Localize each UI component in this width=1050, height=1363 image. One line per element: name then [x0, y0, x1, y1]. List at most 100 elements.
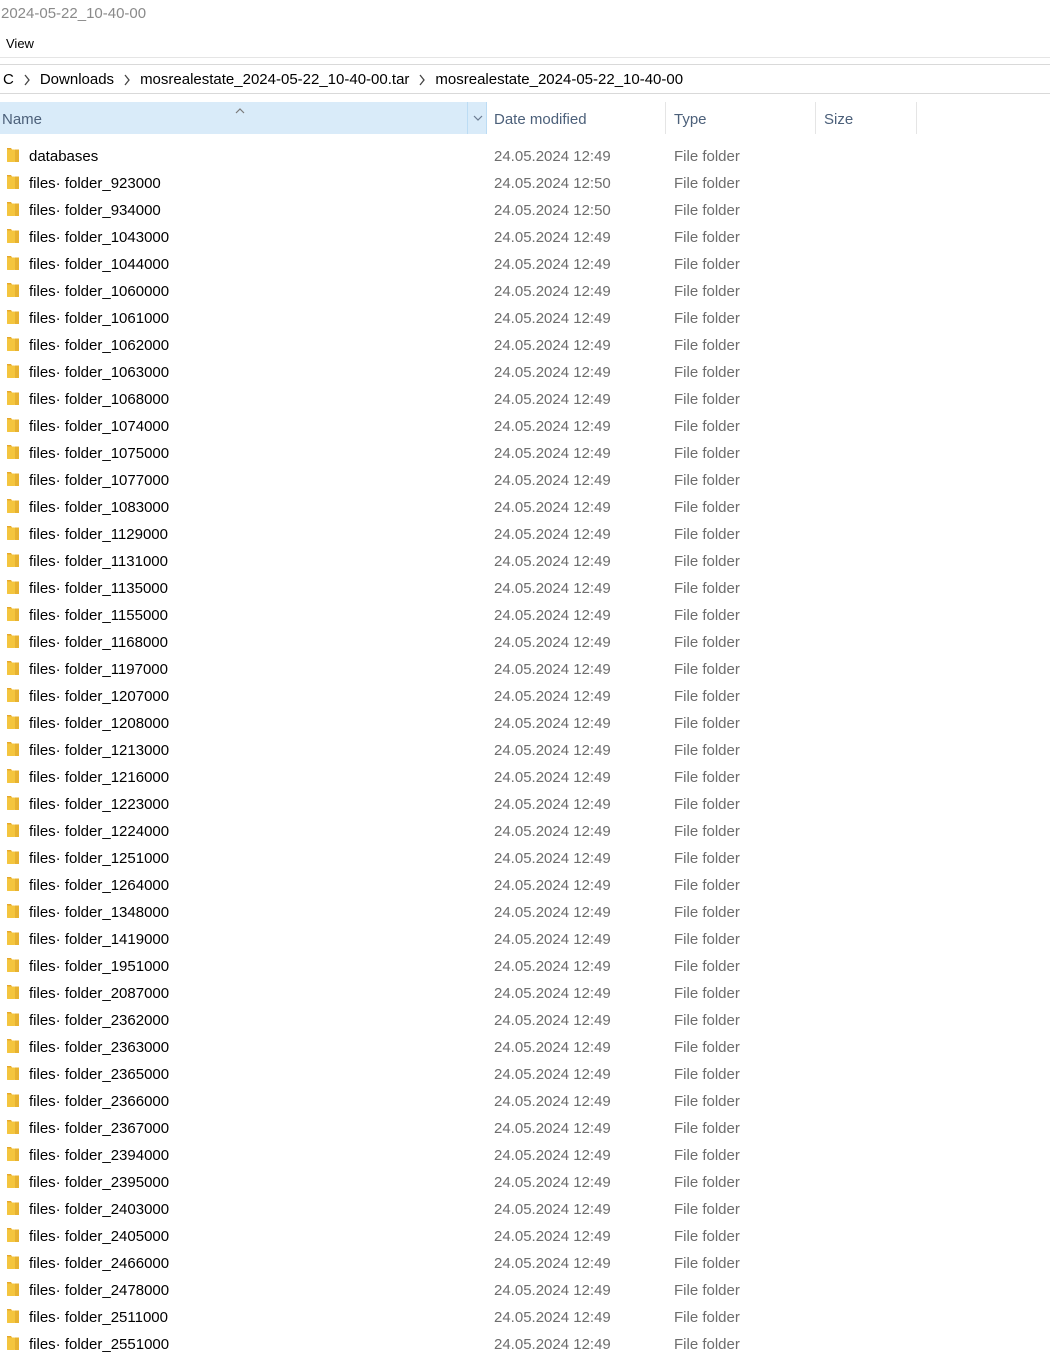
file-row[interactable]: files· folder_2394000 24.05.2024 12:49 Fil…	[0, 1142, 1050, 1169]
file-row[interactable]: files· folder_1129000 24.05.2024 12:49 Fil…	[0, 521, 1050, 548]
column-header-date-label: Date modified	[494, 111, 587, 128]
file-date-modified: 24.05.2024 12:49	[494, 580, 611, 597]
file-date-modified: 24.05.2024 12:49	[494, 337, 611, 354]
file-type: File folder	[674, 985, 740, 1002]
file-row[interactable]: files· folder_1213000 24.05.2024 12:49 Fil…	[0, 737, 1050, 764]
chevron-right-icon[interactable]	[16, 71, 38, 88]
file-row[interactable]: files· folder_1216000 24.05.2024 12:49 Fil…	[0, 764, 1050, 791]
column-header-size[interactable]: Size	[816, 102, 917, 134]
file-type: File folder	[674, 958, 740, 975]
file-row[interactable]: files· folder_1419000 24.05.2024 12:49 Fil…	[0, 926, 1050, 953]
address-bar[interactable]: C Downloads mosrealestate_2024-05-22_10-…	[0, 64, 1050, 94]
file-type: File folder	[674, 283, 740, 300]
file-row[interactable]: files· folder_1197000 24.05.2024 12:49 Fil…	[0, 656, 1050, 683]
file-row[interactable]: files· folder_1061000 24.05.2024 12:49 Fil…	[0, 305, 1050, 332]
file-name: files· folder_2551000	[29, 1336, 170, 1353]
file-row[interactable]: files· folder_1075000 24.05.2024 12:49 Fil…	[0, 440, 1050, 467]
file-row[interactable]: files· folder_1264000 24.05.2024 12:49 Fil…	[0, 872, 1050, 899]
file-name: files· folder_1168000	[29, 634, 168, 651]
file-name: files· folder_2478000	[29, 1282, 170, 1299]
column-header-type[interactable]: Type	[666, 102, 816, 134]
breadcrumb-archive[interactable]: mosrealestate_2024-05-22_10-40-00.tar	[138, 71, 411, 88]
file-row[interactable]: files· folder_1155000 24.05.2024 12:49 Fil…	[0, 602, 1050, 629]
view-menu[interactable]: View	[6, 36, 34, 51]
file-row[interactable]: files· folder_1077000 24.05.2024 12:49 Fil…	[0, 467, 1050, 494]
file-date-modified: 24.05.2024 12:49	[494, 283, 611, 300]
file-date-modified: 24.05.2024 12:49	[494, 499, 611, 516]
file-type: File folder	[674, 256, 740, 273]
file-date-modified: 24.05.2024 12:49	[494, 634, 611, 651]
file-row[interactable]: files· folder_1208000 24.05.2024 12:49 Fil…	[0, 710, 1050, 737]
file-row[interactable]: files· folder_1083000 24.05.2024 12:49 Fil…	[0, 494, 1050, 521]
folder-icon	[6, 417, 20, 433]
file-row[interactable]: files· folder_2087000 24.05.2024 12:49 Fil…	[0, 980, 1050, 1007]
file-date-modified: 24.05.2024 12:49	[494, 661, 611, 678]
column-header-date[interactable]: Date modified	[488, 102, 666, 134]
file-row[interactable]: files· folder_1060000 24.05.2024 12:49 Fil…	[0, 278, 1050, 305]
file-row[interactable]: files· folder_2403000 24.05.2024 12:49 Fil…	[0, 1196, 1050, 1223]
breadcrumb-drive[interactable]: C	[1, 71, 16, 88]
folder-icon	[6, 174, 20, 190]
file-row[interactable]: files· folder_2366000 24.05.2024 12:49 Fil…	[0, 1088, 1050, 1115]
chevron-right-icon[interactable]	[411, 71, 433, 88]
file-row[interactable]: files· folder_1135000 24.05.2024 12:49 Fil…	[0, 575, 1050, 602]
file-row[interactable]: files· folder_1131000 24.05.2024 12:49 Fil…	[0, 548, 1050, 575]
file-type: File folder	[674, 1039, 740, 1056]
file-row[interactable]: files· folder_1223000 24.05.2024 12:49 Fil…	[0, 791, 1050, 818]
file-date-modified: 24.05.2024 12:49	[494, 148, 611, 165]
file-row[interactable]: files· folder_1168000 24.05.2024 12:49 Fil…	[0, 629, 1050, 656]
file-date-modified: 24.05.2024 12:49	[494, 850, 611, 867]
file-name: files· folder_2366000	[29, 1093, 170, 1110]
file-row[interactable]: files· folder_2405000 24.05.2024 12:49 Fil…	[0, 1223, 1050, 1250]
file-name: files· folder_2394000	[29, 1147, 170, 1164]
file-row[interactable]: files· folder_1074000 24.05.2024 12:49 Fil…	[0, 413, 1050, 440]
file-row[interactable]: files· folder_2551000 24.05.2024 12:49 Fil…	[0, 1331, 1050, 1358]
folder-icon	[6, 1092, 20, 1108]
file-date-modified: 24.05.2024 12:49	[494, 904, 611, 921]
file-name: files· folder_1251000	[29, 850, 170, 867]
folder-icon	[6, 1038, 20, 1054]
file-name: files· folder_1043000	[29, 229, 170, 246]
breadcrumb-current-folder[interactable]: mosrealestate_2024-05-22_10-40-00	[433, 71, 685, 88]
file-type: File folder	[674, 877, 740, 894]
breadcrumb-downloads[interactable]: Downloads	[38, 71, 116, 88]
folder-icon	[6, 228, 20, 244]
file-row[interactable]: files· folder_1062000 24.05.2024 12:49 Fil…	[0, 332, 1050, 359]
file-name: files· folder_1060000	[29, 283, 170, 300]
file-row[interactable]: files· folder_1951000 24.05.2024 12:49 Fil…	[0, 953, 1050, 980]
file-row[interactable]: files· folder_2511000 24.05.2024 12:49 Fil…	[0, 1304, 1050, 1331]
folder-icon	[6, 822, 20, 838]
file-row[interactable]: files· folder_1044000 24.05.2024 12:49 Fil…	[0, 251, 1050, 278]
file-row[interactable]: files· folder_1348000 24.05.2024 12:49 Fil…	[0, 899, 1050, 926]
file-row[interactable]: files· folder_2362000 24.05.2024 12:49 Fil…	[0, 1007, 1050, 1034]
file-row[interactable]: files· folder_2466000 24.05.2024 12:49 Fil…	[0, 1250, 1050, 1277]
file-date-modified: 24.05.2024 12:49	[494, 688, 611, 705]
file-row[interactable]: files· folder_1207000 24.05.2024 12:49 Fil…	[0, 683, 1050, 710]
file-type: File folder	[674, 391, 740, 408]
file-row[interactable]: files· folder_934000 24.05.2024 12:50 File…	[0, 197, 1050, 224]
file-row[interactable]: files· folder_2365000 24.05.2024 12:49 Fil…	[0, 1061, 1050, 1088]
sort-ascending-icon	[234, 102, 246, 119]
file-date-modified: 24.05.2024 12:49	[494, 229, 611, 246]
file-row[interactable]: databases 24.05.2024 12:49 File folder	[0, 143, 1050, 170]
file-row[interactable]: files· folder_1251000 24.05.2024 12:49 Fil…	[0, 845, 1050, 872]
column-filter-dropdown[interactable]	[467, 102, 487, 134]
file-row[interactable]: files· folder_2478000 24.05.2024 12:49 Fil…	[0, 1277, 1050, 1304]
file-row[interactable]: files· folder_923000 24.05.2024 12:50 File…	[0, 170, 1050, 197]
folder-icon	[6, 282, 20, 298]
file-name: files· folder_1063000	[29, 364, 170, 381]
file-row[interactable]: files· folder_2363000 24.05.2024 12:49 Fil…	[0, 1034, 1050, 1061]
file-date-modified: 24.05.2024 12:49	[494, 472, 611, 489]
file-row[interactable]: files· folder_2367000 24.05.2024 12:49 Fil…	[0, 1115, 1050, 1142]
file-row[interactable]: files· folder_1063000 24.05.2024 12:49 Fil…	[0, 359, 1050, 386]
chevron-right-icon[interactable]	[116, 71, 138, 88]
file-date-modified: 24.05.2024 12:49	[494, 364, 611, 381]
column-header-name[interactable]: Name	[0, 102, 487, 134]
file-row[interactable]: files· folder_1224000 24.05.2024 12:49 Fil…	[0, 818, 1050, 845]
file-row[interactable]: files· folder_1043000 24.05.2024 12:49 Fil…	[0, 224, 1050, 251]
file-row[interactable]: files· folder_1068000 24.05.2024 12:49 Fil…	[0, 386, 1050, 413]
file-date-modified: 24.05.2024 12:49	[494, 985, 611, 1002]
file-type: File folder	[674, 1336, 740, 1353]
file-row[interactable]: files· folder_2395000 24.05.2024 12:49 Fil…	[0, 1169, 1050, 1196]
file-type: File folder	[674, 1012, 740, 1029]
